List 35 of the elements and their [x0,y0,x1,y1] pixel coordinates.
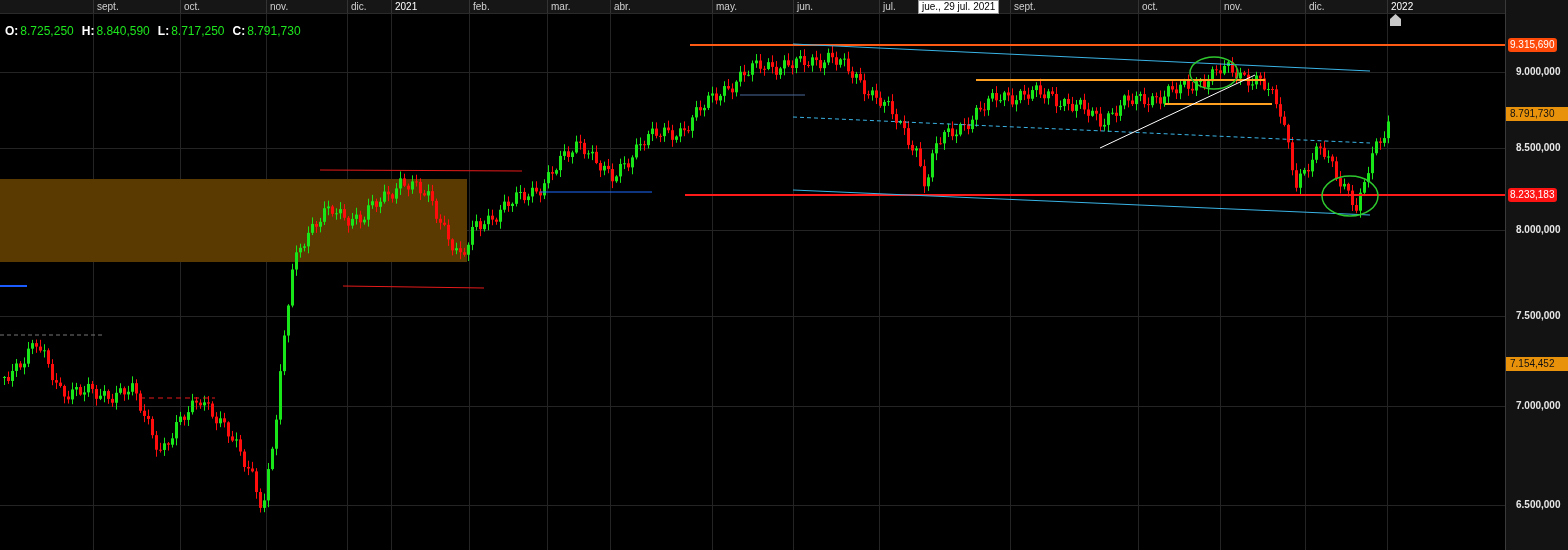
axis-label: 6.500,000 [1516,499,1561,511]
price-tag: 8.233,183 [1508,188,1557,202]
axis-label: dic. [1305,0,1325,13]
ohlc-label: L: [157,24,170,38]
ohlc-label: H: [81,24,95,38]
ohlc-value: 8.725,250 [20,24,74,38]
axis-label: oct. [1138,0,1159,13]
ohlc-label: O: [5,24,19,38]
axis-label: 2021 [391,0,418,13]
axis-label: nov. [1220,0,1243,13]
axis-label: jun. [793,0,814,13]
price-tag: 7.154,452 [1506,357,1568,371]
axis-label: 7.000,000 [1516,400,1561,412]
axis-label: mar. [547,0,571,13]
axis-label: 7.500,000 [1516,310,1561,322]
axis-label: sept. [1010,0,1036,13]
ohlc-value: 8.791,730 [247,24,301,38]
axis-label: jul. [879,0,896,13]
axis-label: 9.000,000 [1516,66,1561,78]
ohlc-label: C: [232,24,246,38]
axis-label: may. [712,0,737,13]
axis-label: 2022 [1387,0,1414,13]
ohlc-value: 8.840,590 [96,24,150,38]
axis-label: 8.000,000 [1516,224,1561,236]
price-tag: 8.791,730 [1506,107,1568,121]
axis-label: sept. [93,0,119,13]
crosshair-date-label: jue., 29 jul. 2021 [918,0,1000,14]
axis-label: nov. [266,0,289,13]
ohlc-value: 8.717,250 [171,24,225,38]
axis-label: feb. [469,0,490,13]
axis-label: dic. [347,0,367,13]
axis-label: abr. [610,0,631,13]
axis-label: 8.500,000 [1516,142,1561,154]
axis-label: oct. [180,0,201,13]
price-tag: 9.315,690 [1508,38,1557,52]
